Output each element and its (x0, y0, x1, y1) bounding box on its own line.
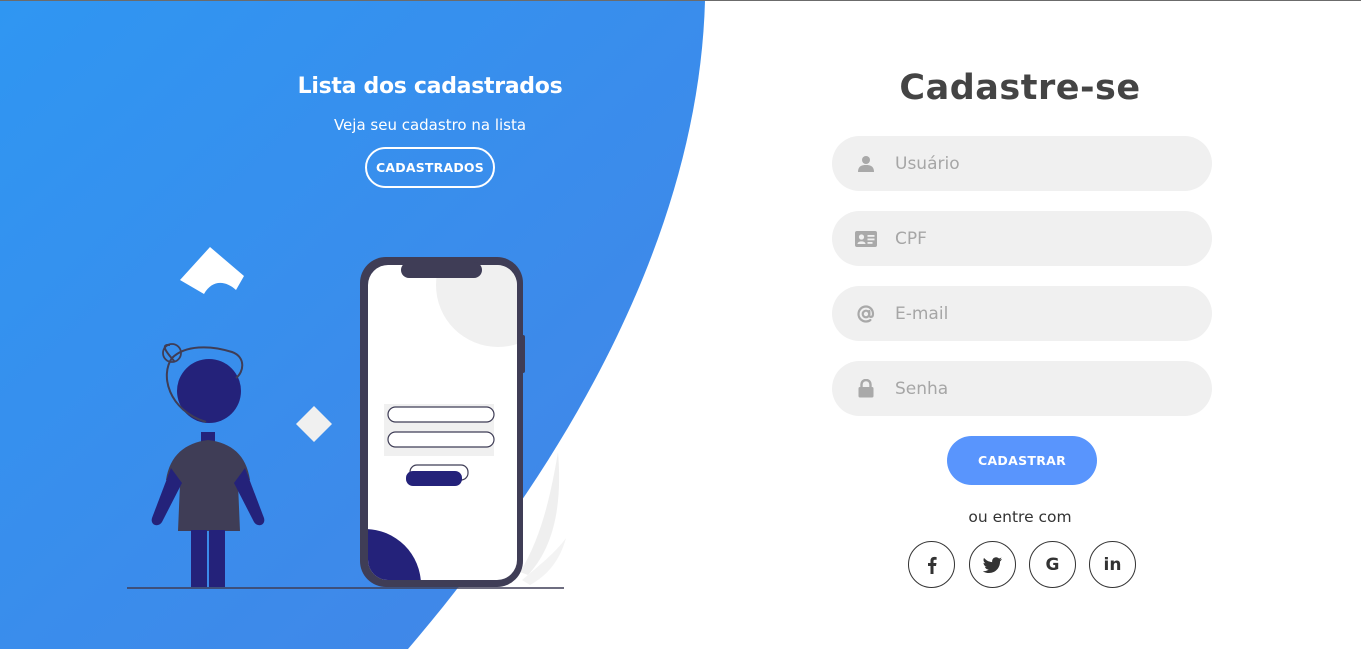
left-panel-subtitle: Veja seu cadastro na lista (333, 116, 527, 134)
cpf-field[interactable] (832, 211, 1212, 266)
twitter-icon[interactable] (969, 541, 1016, 588)
password-input[interactable] (895, 378, 1175, 399)
google-icon[interactable]: G (1029, 541, 1076, 588)
social-login-icons: G in (907, 541, 1147, 589)
lock-icon (854, 377, 878, 401)
left-panel: Lista dos cadastrados Veja seu cadastro … (0, 0, 860, 649)
id-card-icon (854, 227, 878, 251)
form-title: Cadastre-se (899, 68, 1141, 108)
signup-form: Cadastre-se CADASTRAR ou entre com (820, 0, 1220, 649)
linkedin-glyph: in (1103, 554, 1122, 575)
username-input[interactable] (895, 153, 1175, 174)
register-button[interactable]: CADASTRAR (947, 436, 1097, 485)
username-field[interactable] (832, 136, 1212, 191)
registered-list-button[interactable]: CADASTRADOS (365, 147, 495, 188)
linkedin-icon[interactable]: in (1089, 541, 1136, 588)
user-icon (854, 152, 878, 176)
at-sign-icon (854, 302, 878, 326)
facebook-icon[interactable] (908, 541, 955, 588)
google-glyph: G (1045, 554, 1060, 575)
email-input[interactable] (895, 303, 1175, 324)
cpf-input[interactable] (895, 228, 1175, 249)
email-field[interactable] (832, 286, 1212, 341)
password-field[interactable] (832, 361, 1212, 416)
left-panel-title: Lista dos cadastrados (297, 74, 563, 99)
social-login-text: ou entre com (968, 508, 1072, 526)
